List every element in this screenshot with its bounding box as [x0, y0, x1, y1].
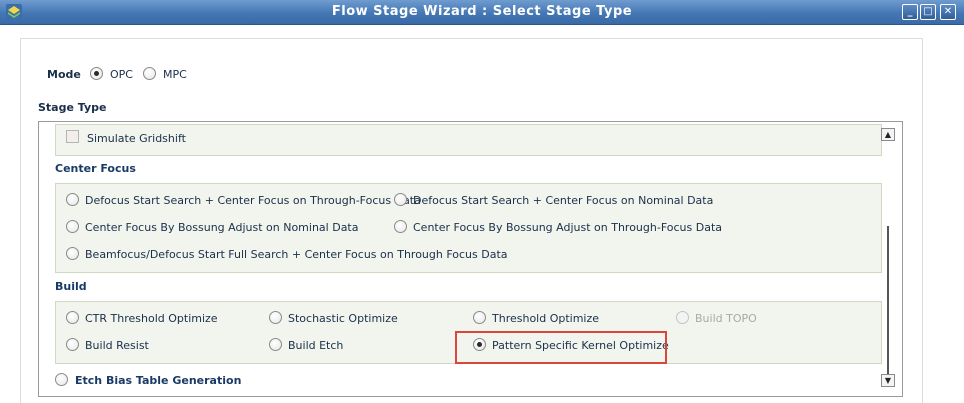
- build-topo-radio: [676, 311, 689, 324]
- build-stochastic-radio[interactable]: [269, 311, 282, 324]
- cf-option-5-label[interactable]: Beamfocus/Defocus Start Full Search + Ce…: [85, 248, 508, 261]
- build-ctr-threshold-radio[interactable]: [66, 311, 79, 324]
- close-button[interactable]: ✕: [940, 4, 956, 20]
- build-resist-radio[interactable]: [66, 338, 79, 351]
- mode-opc-label[interactable]: OPC: [110, 68, 133, 81]
- etch-bias-radio[interactable]: [55, 373, 68, 386]
- simulate-gridshift-checkbox[interactable]: [66, 130, 79, 143]
- mode-mpc-label[interactable]: MPC: [163, 68, 187, 81]
- cf-option-4-label[interactable]: Center Focus By Bossung Adjust on Throug…: [413, 221, 722, 234]
- build-threshold-radio[interactable]: [473, 311, 486, 324]
- build-topo-label: Build TOPO: [695, 312, 757, 325]
- cf-option-3-label[interactable]: Center Focus By Bossung Adjust on Nomina…: [85, 221, 359, 234]
- selection-highlight: [455, 331, 667, 364]
- cf-option-4-radio[interactable]: [394, 220, 407, 233]
- center-focus-title: Center Focus: [55, 162, 136, 175]
- etch-bias-label[interactable]: Etch Bias Table Generation: [75, 374, 241, 387]
- build-ctr-threshold-label[interactable]: CTR Threshold Optimize: [85, 312, 218, 325]
- window-title: Flow Stage Wizard : Select Stage Type: [331, 4, 633, 19]
- cf-option-2-radio[interactable]: [394, 193, 407, 206]
- arrow-down-icon[interactable]: ▼: [881, 374, 895, 387]
- cf-option-3-radio[interactable]: [66, 220, 79, 233]
- mode-opc-radio[interactable]: [90, 67, 103, 80]
- cf-option-1-radio[interactable]: [66, 193, 79, 206]
- simulate-gridshift-label[interactable]: Simulate Gridshift: [87, 132, 186, 145]
- build-title: Build: [55, 280, 87, 293]
- stage-type-label: Stage Type: [38, 101, 107, 114]
- list-scrollbar[interactable]: ▲ ▼: [880, 126, 896, 390]
- build-stochastic-label[interactable]: Stochastic Optimize: [288, 312, 398, 325]
- scroll-track[interactable]: [887, 226, 889, 376]
- cf-option-2-label[interactable]: Defocus Start Search + Center Focus on N…: [413, 194, 713, 207]
- title-bar: Flow Stage Wizard : Select Stage Type _ …: [0, 0, 964, 25]
- cf-option-5-radio[interactable]: [66, 247, 79, 260]
- arrow-up-icon[interactable]: ▲: [881, 128, 895, 141]
- mode-label: Mode: [47, 68, 81, 81]
- build-etch-radio[interactable]: [269, 338, 282, 351]
- build-etch-label[interactable]: Build Etch: [288, 339, 343, 352]
- maximize-button[interactable]: □: [920, 4, 936, 20]
- minimize-button[interactable]: _: [902, 4, 918, 20]
- build-resist-label[interactable]: Build Resist: [85, 339, 149, 352]
- build-threshold-label[interactable]: Threshold Optimize: [492, 312, 599, 325]
- cf-option-1-label[interactable]: Defocus Start Search + Center Focus on T…: [85, 194, 421, 207]
- mode-mpc-radio[interactable]: [143, 67, 156, 80]
